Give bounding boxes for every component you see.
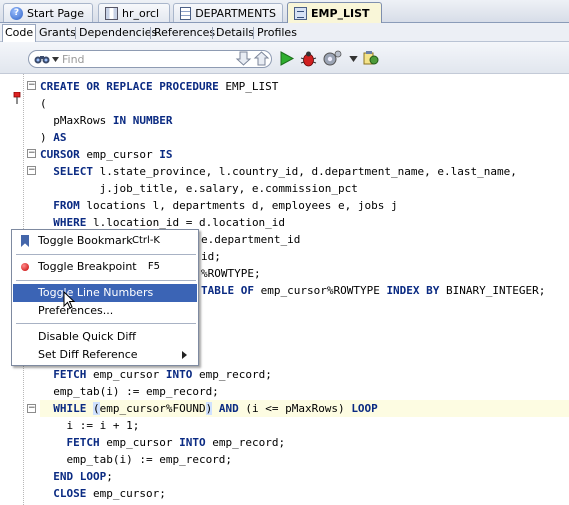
menu-item-set-diff-reference[interactable]: Set Diff Reference xyxy=(13,346,197,364)
tab-departments[interactable]: DEPARTMENTS xyxy=(173,3,283,22)
gear-icon[interactable] xyxy=(321,50,345,67)
menu-item-label: Toggle Bookmark xyxy=(38,234,133,247)
code-line: e.department_id xyxy=(201,233,301,246)
mouse-cursor-icon xyxy=(63,291,76,309)
code-line: j.job_title, e.salary, e.commission_pct xyxy=(40,182,358,195)
tab-label: hr_orcl xyxy=(122,6,160,20)
menu-item-label: Toggle Line Numbers xyxy=(38,286,154,299)
code-line: CREATE OR REPLACE PROCEDURE EMP_LIST xyxy=(40,80,279,93)
menu-separator xyxy=(16,323,196,324)
subtab-divider xyxy=(35,27,36,39)
subtab-divider xyxy=(253,27,254,39)
code-line: ( xyxy=(40,97,47,110)
menu-item-toggle-line-numbers[interactable]: Toggle Line Numbers xyxy=(13,284,197,302)
menu-item-shortcut: F5 xyxy=(147,261,160,272)
tab-label: DEPARTMENTS xyxy=(195,6,276,20)
tab-label: EMP_LIST xyxy=(311,6,370,20)
table-icon xyxy=(180,6,192,20)
subtab-details[interactable]: Details xyxy=(214,25,256,40)
subtab-profiles[interactable]: Profiles xyxy=(255,25,299,40)
find-previous-icon[interactable] xyxy=(253,50,270,67)
code-line: FETCH emp_cursor INTO emp_record; xyxy=(53,368,272,381)
code-line: %ROWTYPE; xyxy=(201,267,261,280)
fold-toggle[interactable]: − xyxy=(27,149,36,158)
code-line: CURSOR emp_cursor IS xyxy=(40,148,173,161)
binoculars-icon xyxy=(34,56,50,64)
code-line: WHILE (emp_cursor%FOUND) AND (i <= pMaxR… xyxy=(53,402,378,415)
code-line: emp_tab(i) := emp_record; xyxy=(40,453,233,466)
tab-hr-orcl[interactable]: hr_orcl xyxy=(98,3,170,22)
code-line: i := i + 1; xyxy=(40,419,140,432)
editor-subtabs: Code Grants Dependencies References Deta… xyxy=(0,23,569,42)
debug-icon[interactable] xyxy=(300,50,317,67)
document-tab-bar: ? Start Page hr_orcl DEPARTMENTS EMP_LIS… xyxy=(0,0,569,23)
code-line: CLOSE emp_cursor; xyxy=(53,487,166,500)
code-line: SELECT l.state_province, l.country_id, d… xyxy=(53,165,517,178)
fold-toggle[interactable]: − xyxy=(27,81,36,90)
find-placeholder: Find xyxy=(62,53,85,66)
subtab-divider xyxy=(212,27,213,39)
menu-separator xyxy=(16,280,196,281)
tab-start-page[interactable]: ? Start Page xyxy=(3,3,93,22)
database-icon xyxy=(105,6,118,20)
editor-toolbar: Find xyxy=(0,42,569,104)
code-line: TABLE OF emp_cursor%ROWTYPE INDEX BY BIN… xyxy=(201,284,546,297)
code-line: FETCH emp_cursor INTO emp_record; xyxy=(66,436,286,449)
sql-tuning-icon[interactable] xyxy=(363,50,380,67)
menu-item-label: Disable Quick Diff xyxy=(38,330,137,343)
chevron-down-icon xyxy=(52,57,59,62)
find-next-icon[interactable] xyxy=(235,50,252,67)
code-line: pMaxRows IN NUMBER xyxy=(40,114,173,127)
subtab-references[interactable]: References xyxy=(152,25,217,40)
menu-item-label: Set Diff Reference xyxy=(38,348,138,361)
subtab-dependencies[interactable]: Dependencies xyxy=(77,25,159,40)
code-line: FROM locations l, departments d, employe… xyxy=(53,199,398,212)
menu-separator xyxy=(16,254,196,255)
bookmark-icon xyxy=(21,235,29,247)
breakpoint-icon xyxy=(21,263,29,271)
subtab-grants[interactable]: Grants xyxy=(37,25,78,40)
subtab-code[interactable]: Code xyxy=(2,24,37,42)
code-line: ) AS xyxy=(40,131,67,144)
chevron-down-icon[interactable] xyxy=(349,56,358,62)
submenu-arrow-icon xyxy=(182,351,187,359)
run-icon[interactable] xyxy=(278,50,295,67)
menu-item-shortcut: Ctrl-K xyxy=(132,235,160,246)
context-menu: Toggle Bookmark Ctrl-K Toggle Breakpoint… xyxy=(11,229,199,366)
code-line: END LOOP; xyxy=(53,470,113,483)
code-line: emp_tab(i) := emp_record; xyxy=(40,385,219,398)
code-line: id; xyxy=(201,250,221,263)
menu-item-preferences[interactable]: Preferences... xyxy=(13,302,197,320)
menu-item-toggle-breakpoint[interactable]: Toggle Breakpoint F5 xyxy=(13,258,197,276)
fold-toggle[interactable]: − xyxy=(27,404,36,413)
fold-toggle[interactable]: − xyxy=(27,166,36,175)
subtab-divider xyxy=(150,27,151,39)
procedure-icon xyxy=(294,6,307,20)
help-icon: ? xyxy=(10,6,23,20)
tab-emp-list[interactable]: EMP_LIST xyxy=(287,2,382,23)
tab-label: Start Page xyxy=(27,6,84,20)
menu-item-toggle-bookmark[interactable]: Toggle Bookmark Ctrl-K xyxy=(13,232,197,250)
menu-item-disable-quick-diff[interactable]: Disable Quick Diff xyxy=(13,328,197,346)
menu-item-label: Toggle Breakpoint xyxy=(38,260,137,273)
subtab-divider xyxy=(75,27,76,39)
